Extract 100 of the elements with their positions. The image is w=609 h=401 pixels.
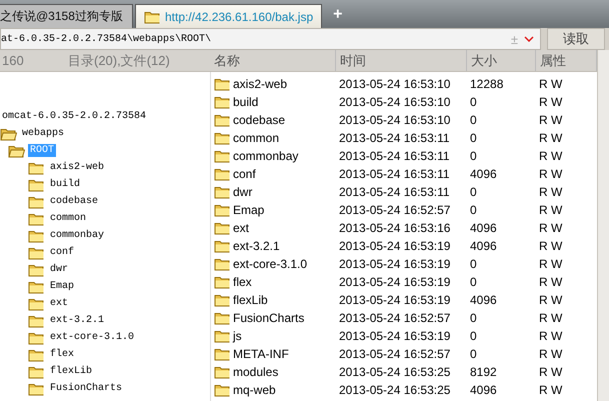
table-cell-text: ext <box>233 221 250 235</box>
table-cell-text: 4096 <box>470 383 498 397</box>
table-cell-text: R W <box>539 203 564 217</box>
folder-icon <box>28 178 45 192</box>
folder-icon <box>28 348 45 362</box>
folder-icon <box>0 126 17 140</box>
folder-icon <box>214 329 231 343</box>
folder-icon <box>214 77 231 91</box>
folder-icon <box>28 262 45 276</box>
table-cell-text: R W <box>539 329 564 343</box>
column-header[interactable]: 名称 <box>210 50 336 71</box>
table-cell-text: modules <box>233 365 280 379</box>
table-cell-text: 0 <box>470 329 478 343</box>
table-cell-text: 2013-05-24 16:53:19 <box>339 275 452 289</box>
tree-item[interactable]: ext-core-3.1.0 <box>48 331 136 344</box>
tree-item[interactable]: commonbay <box>48 229 106 242</box>
table-cell-text: 0 <box>470 95 478 109</box>
table-cell-text: conf <box>233 167 257 181</box>
folder-icon <box>214 347 231 361</box>
folder-icon <box>214 167 231 181</box>
table-cell-text: 2013-05-24 16:53:11 <box>339 149 451 163</box>
table-cell-text: ext-core-3.1.0 <box>233 257 308 271</box>
tree-item[interactable]: ext <box>48 297 70 310</box>
table-cell-text: R W <box>539 293 564 307</box>
table-cell-text: R W <box>539 347 564 361</box>
scrollbar[interactable] <box>597 50 609 401</box>
path-field[interactable]: at-6.0.35-2.0.2.73584\webapps\ROOT\ ± <box>0 28 541 50</box>
table-cell-text: 2013-05-24 16:53:25 <box>339 365 452 379</box>
table-cell-text: build <box>233 95 260 109</box>
tree-item[interactable]: axis2-web <box>48 161 106 174</box>
table-cell-text: common <box>233 131 280 145</box>
tree-item[interactable]: FusionCharts <box>48 382 124 395</box>
read-button[interactable]: 读取 <box>547 28 605 50</box>
ip-label: 160 <box>1 53 25 68</box>
table-cell-text: R W <box>539 77 564 91</box>
tree-item[interactable]: build <box>48 178 82 191</box>
table-cell-text: 0 <box>470 113 478 127</box>
folder-icon <box>214 113 231 127</box>
folder-icon <box>214 131 231 145</box>
folder-icon <box>28 296 45 310</box>
table-cell-text: R W <box>539 383 564 397</box>
tree-item[interactable]: ext-3.2.1 <box>48 314 106 327</box>
folder-icon <box>214 95 231 109</box>
table-cell-text: Emap <box>233 203 266 217</box>
folder-icon <box>28 280 45 294</box>
table-cell-text: codebase <box>233 113 286 127</box>
tree-item[interactable]: Emap <box>48 280 76 293</box>
table-cell-text: 8192 <box>470 365 498 379</box>
table-cell-text: R W <box>539 95 564 109</box>
table-cell-text: 4096 <box>470 221 498 235</box>
column-header[interactable]: 时间 <box>336 50 467 71</box>
tree-item[interactable]: flexLib <box>48 365 94 378</box>
table-cell-text: R W <box>539 275 564 289</box>
table-cell-text: dwr <box>233 185 254 199</box>
folder-icon <box>214 149 231 163</box>
folder-icon <box>28 330 45 344</box>
table-cell-text: 2013-05-24 16:53:19 <box>339 257 452 271</box>
table-cell-text: 0 <box>470 203 478 217</box>
table-cell-text: 0 <box>470 185 478 199</box>
table-cell-text: 2013-05-24 16:53:10 <box>339 95 452 109</box>
dropdown-caret-icon[interactable] <box>524 36 534 42</box>
tree-item[interactable]: dwr <box>48 263 70 276</box>
table-cell-text: 0 <box>470 275 478 289</box>
folder-icon <box>28 382 45 396</box>
table-cell-text: R W <box>539 221 564 235</box>
tree-item[interactable]: flex <box>48 348 76 361</box>
table-cell-text: 0 <box>470 149 478 163</box>
folder-icon <box>8 144 25 158</box>
table-cell-text: 2013-05-24 16:53:11 <box>339 185 451 199</box>
browser-tab[interactable]: 之传说@3158过狗专版 <box>0 4 133 28</box>
tree-item[interactable]: conf <box>48 246 76 259</box>
table-cell-text: R W <box>539 131 564 145</box>
table-cell-text: R W <box>539 185 564 199</box>
folder-icon <box>214 185 231 199</box>
table-cell-text: ext-3.2.1 <box>233 239 281 253</box>
folder-icon <box>214 311 231 325</box>
tree-item[interactable]: webapps <box>20 127 66 140</box>
table-cell-text: 2013-05-24 16:53:10 <box>339 113 452 127</box>
folder-icon <box>214 365 231 379</box>
column-header[interactable]: 大小 <box>467 50 536 71</box>
tree-item[interactable]: codebase <box>48 195 100 208</box>
table-cell-text: 2013-05-24 16:53:19 <box>339 239 452 253</box>
table-cell-text: 2013-05-24 16:53:16 <box>339 221 452 235</box>
table-cell-text: R W <box>539 311 564 325</box>
table-cell-text: R W <box>539 365 564 379</box>
table-cell-text: 2013-05-24 16:53:10 <box>339 77 452 91</box>
table-cell-text: R W <box>539 149 564 163</box>
new-tab-button[interactable]: + <box>330 6 346 24</box>
folder-icon <box>214 221 231 235</box>
folder-icon <box>214 383 231 397</box>
table-cell-text: 4096 <box>470 293 498 307</box>
table-cell-text: 2013-05-24 16:52:57 <box>339 311 452 325</box>
table-cell-text: META-INF <box>233 347 290 361</box>
table-cell-text: 12288 <box>470 77 504 91</box>
table-cell-text: 2013-05-24 16:53:11 <box>339 131 451 145</box>
table-cell-text: flex <box>233 275 253 289</box>
tree-item[interactable]: omcat-6.0.35-2.0.2.73584 <box>0 110 148 123</box>
table-cell-text: mq-web <box>233 383 277 397</box>
tree-item[interactable]: common <box>48 212 88 225</box>
folder-icon <box>214 275 231 289</box>
